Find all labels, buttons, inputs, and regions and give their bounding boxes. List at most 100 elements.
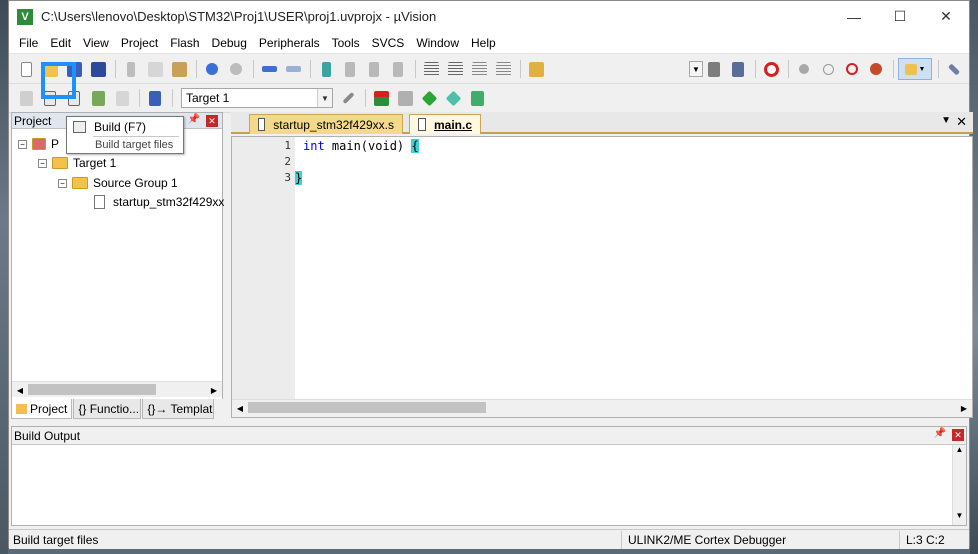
navigate-back-button[interactable] [258,58,280,80]
stop-build-icon [115,90,129,106]
target-select[interactable]: Target 1 ▼ [181,88,333,108]
build-toolbar: Target 1 ▼ [9,84,969,113]
file-icon [258,118,266,131]
run-time-env-button[interactable] [466,87,488,109]
pack-installer-button[interactable] [442,87,464,109]
tab-list-icon[interactable]: ▼ [941,115,951,126]
insert-breakpoint-button[interactable] [793,58,815,80]
kill-breakpoints-icon [870,63,882,75]
find-in-files-button[interactable] [525,58,547,80]
tree-target[interactable]: − Target 1 [38,156,116,170]
tab-templates[interactable]: {}→ Templat... [142,399,215,419]
menu-debug[interactable]: Debug [206,36,253,50]
scroll-down-icon[interactable]: ▼ [953,511,966,525]
new-file-button[interactable] [15,58,37,80]
tree-group[interactable]: − Source Group 1 [58,176,178,190]
breakpoint-outline-icon [822,63,834,75]
debug-session-button[interactable] [760,58,782,80]
file-icon [418,118,426,131]
navigate-forward-button[interactable] [282,58,304,80]
download-button[interactable] [144,87,166,109]
manage-components-button[interactable] [370,87,392,109]
menu-window[interactable]: Window [410,36,465,50]
toolbar-separator [253,60,254,78]
project-panel-title: Project [14,113,52,128]
window-layout-button[interactable]: ▼ [898,58,932,80]
tab-functions[interactable]: {} Functio... [73,399,142,419]
scroll-right-icon[interactable]: ▶ [957,401,971,415]
brace-match: } [295,171,303,185]
next-bookmark-button[interactable] [363,58,385,80]
tab-project[interactable]: Project [11,399,73,419]
clear-bookmarks-button[interactable] [387,58,409,80]
unindent-button[interactable] [444,58,466,80]
uncomment-button[interactable] [492,58,514,80]
menu-view[interactable]: View [77,36,115,50]
find-button[interactable] [703,58,725,80]
scroll-thumb[interactable] [248,402,486,413]
incremental-find-button[interactable] [727,58,749,80]
menu-tools[interactable]: Tools [326,36,366,50]
collapse-icon[interactable]: − [38,158,47,168]
close-button[interactable]: ✕ [923,1,969,32]
menu-bar: File Edit View Project Flash Debug Perip… [9,32,969,54]
toolbar-separator [520,60,521,78]
panel-close-icon[interactable]: ✕ [206,115,218,127]
disable-breakpoints-button[interactable] [841,58,863,80]
tree-root[interactable]: − P [18,137,59,151]
scroll-thumb[interactable] [28,384,156,395]
target-options-button[interactable] [337,87,359,109]
menu-edit[interactable]: Edit [44,36,77,50]
file-extensions-button[interactable] [394,87,416,109]
scroll-right-icon[interactable]: ▶ [207,383,221,397]
batch-build-button[interactable] [87,87,109,109]
scroll-up-icon[interactable]: ▲ [953,445,966,459]
indent-button[interactable] [420,58,442,80]
stop-build-button[interactable] [111,87,133,109]
minimize-button[interactable]: — [831,1,877,32]
next-bookmark-icon [369,61,379,77]
redo-button[interactable] [225,58,247,80]
undo-button[interactable] [201,58,223,80]
menu-svcs[interactable]: SVCS [366,36,411,50]
scroll-left-icon[interactable]: ◀ [13,383,27,397]
close-tab-icon[interactable]: ✕ [956,114,967,130]
project-hscrollbar[interactable]: ◀ ▶ [12,381,222,397]
configure-button[interactable] [943,58,965,80]
magic-wand-icon [341,91,355,105]
collapse-icon[interactable]: − [58,178,67,188]
comment-button[interactable] [468,58,490,80]
tree-file[interactable]: startup_stm32f429xx [94,195,224,209]
find-dropdown[interactable]: ▼ [689,61,703,77]
code-editor[interactable]: 1 2 3 int main(void) { } ◀ ▶ [231,136,973,418]
menu-project[interactable]: Project [115,36,164,50]
paste-button[interactable] [168,58,190,80]
bookmark-button[interactable] [315,58,337,80]
collapse-icon[interactable]: − [18,139,27,149]
panel-close-icon[interactable]: ✕ [952,429,964,441]
cut-button[interactable] [120,58,142,80]
folder-icon [72,177,88,189]
tab-main-c[interactable]: main.c [409,114,481,134]
select-packs-button[interactable] [418,87,440,109]
enable-breakpoint-button[interactable] [817,58,839,80]
scroll-left-icon[interactable]: ◀ [233,401,247,415]
maximize-button[interactable]: ☐ [877,1,923,32]
code-text: main(void) [324,139,412,153]
tab-startup-file[interactable]: startup_stm32f429xx.s [249,114,403,134]
editor-hscrollbar[interactable]: ◀ ▶ [232,399,972,417]
save-all-button[interactable] [87,58,109,80]
menu-help[interactable]: Help [465,36,502,50]
build-output-vscrollbar[interactable]: ▲ ▼ [952,445,966,525]
menu-flash[interactable]: Flash [164,36,205,50]
prev-bookmark-button[interactable] [339,58,361,80]
pin-icon[interactable]: 📌 [188,114,200,125]
pin-icon[interactable]: 📌 [934,428,946,439]
batch-build-icon [91,90,105,106]
load-download-icon [149,90,161,106]
menu-file[interactable]: File [13,36,44,50]
copy-button[interactable] [144,58,166,80]
kill-breakpoints-button[interactable] [865,58,887,80]
translate-button[interactable] [15,87,37,109]
menu-peripherals[interactable]: Peripherals [253,36,326,50]
